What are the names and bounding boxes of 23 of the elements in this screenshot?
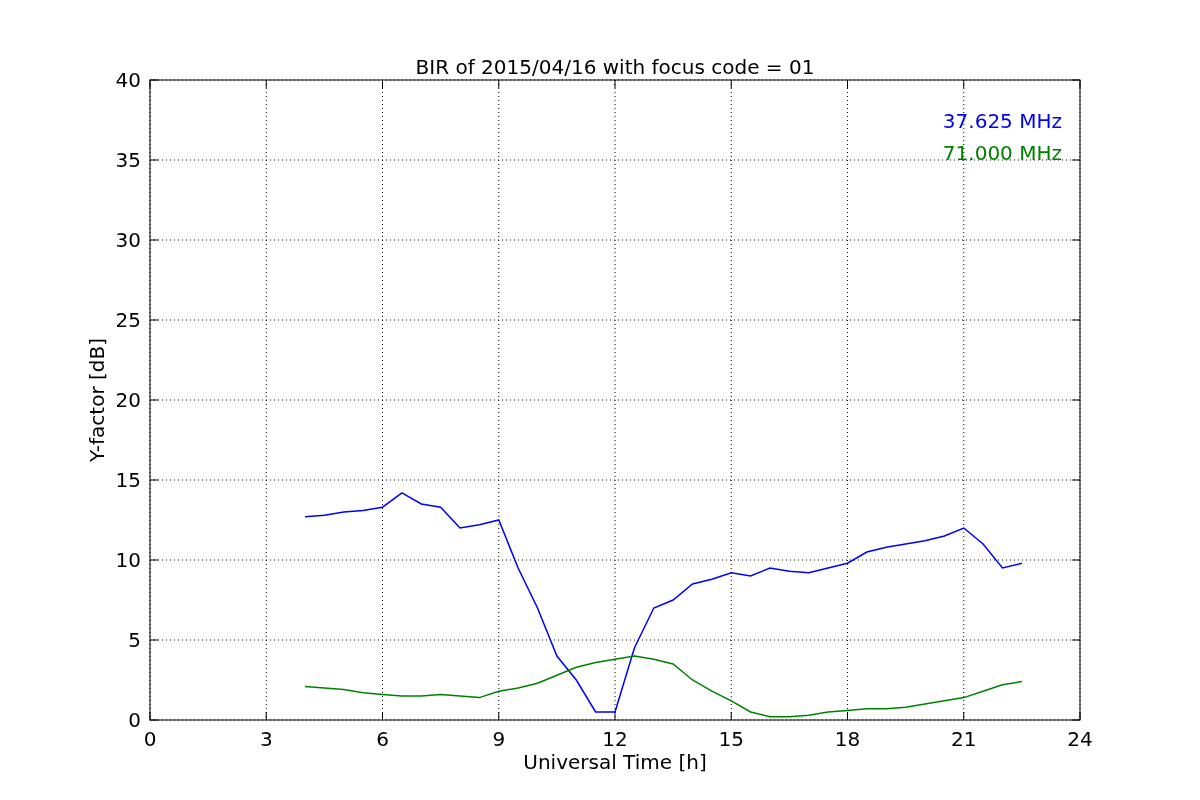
x-tick-label: 18 <box>834 727 861 751</box>
x-tick-label: 12 <box>602 727 628 751</box>
x-tick-label: 6 <box>376 727 389 751</box>
y-tick-label: 10 <box>115 548 141 572</box>
y-tick-label: 15 <box>115 468 141 492</box>
x-tick-label: 9 <box>492 727 506 751</box>
y-tick-label: 20 <box>115 388 141 412</box>
y-tick-label: 5 <box>128 628 141 652</box>
y-tick-label: 25 <box>115 308 141 332</box>
x-tick-label: 15 <box>718 727 744 751</box>
legend-label: 37.625 MHz <box>942 109 1062 133</box>
chart-title: BIR of 2015/04/16 with focus code = 01 <box>415 55 815 79</box>
x-tick-label: 24 <box>1067 727 1093 751</box>
x-tick-label: 21 <box>951 727 977 751</box>
y-tick-label: 40 <box>115 68 141 92</box>
legend-label: 71.000 MHz <box>942 141 1062 165</box>
x-axis-label: Universal Time [h] <box>523 750 707 774</box>
y-tick-label: 0 <box>128 708 141 732</box>
y-tick-label: 30 <box>115 228 141 252</box>
x-tick-label: 3 <box>259 727 273 751</box>
y-tick-label: 35 <box>115 148 141 172</box>
y-axis-label: Y-factor [dB] <box>85 338 109 462</box>
x-tick-label: 0 <box>143 727 157 751</box>
